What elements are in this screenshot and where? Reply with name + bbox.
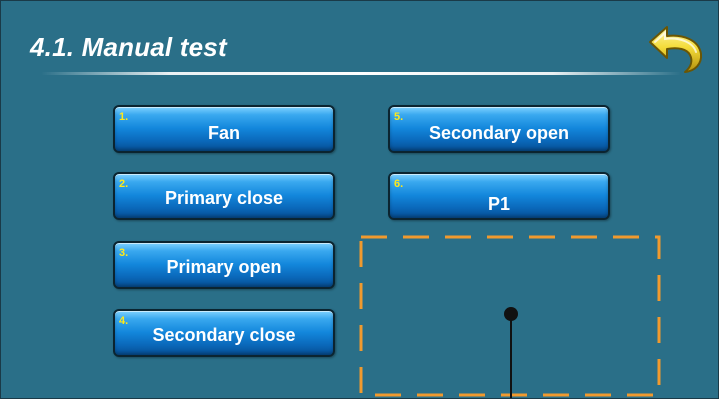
secondary-open-button[interactable]: 5. Secondary open — [388, 105, 610, 153]
button-number: 5. — [394, 111, 404, 123]
button-label: Secondary open — [428, 123, 570, 143]
probe-sensor-icon — [504, 307, 518, 398]
button-label: Fan — [207, 123, 240, 143]
back-arrow-icon — [649, 26, 703, 73]
back-button[interactable] — [647, 22, 705, 74]
secondary-close-button[interactable]: 4. Secondary close — [113, 309, 335, 357]
primary-open-button[interactable]: 3. Primary open — [113, 241, 335, 289]
sensor-panel — [359, 235, 661, 398]
p1-button[interactable]: 6. P1 — [388, 172, 610, 220]
button-label: Secondary close — [152, 325, 296, 345]
manual-test-screen: 4.1. Manual test 1. Fan 2. Primary close… — [0, 0, 719, 399]
button-label: P1 — [487, 194, 511, 214]
title-divider — [41, 72, 681, 75]
button-number: 6. — [394, 178, 404, 190]
button-number: 1. — [119, 111, 129, 123]
page-title: 4.1. Manual test — [30, 32, 227, 62]
button-label: Primary close — [164, 188, 284, 208]
button-label: Primary open — [166, 257, 282, 277]
primary-close-button[interactable]: 2. Primary close — [113, 172, 335, 220]
fan-button[interactable]: 1. Fan — [113, 105, 335, 153]
